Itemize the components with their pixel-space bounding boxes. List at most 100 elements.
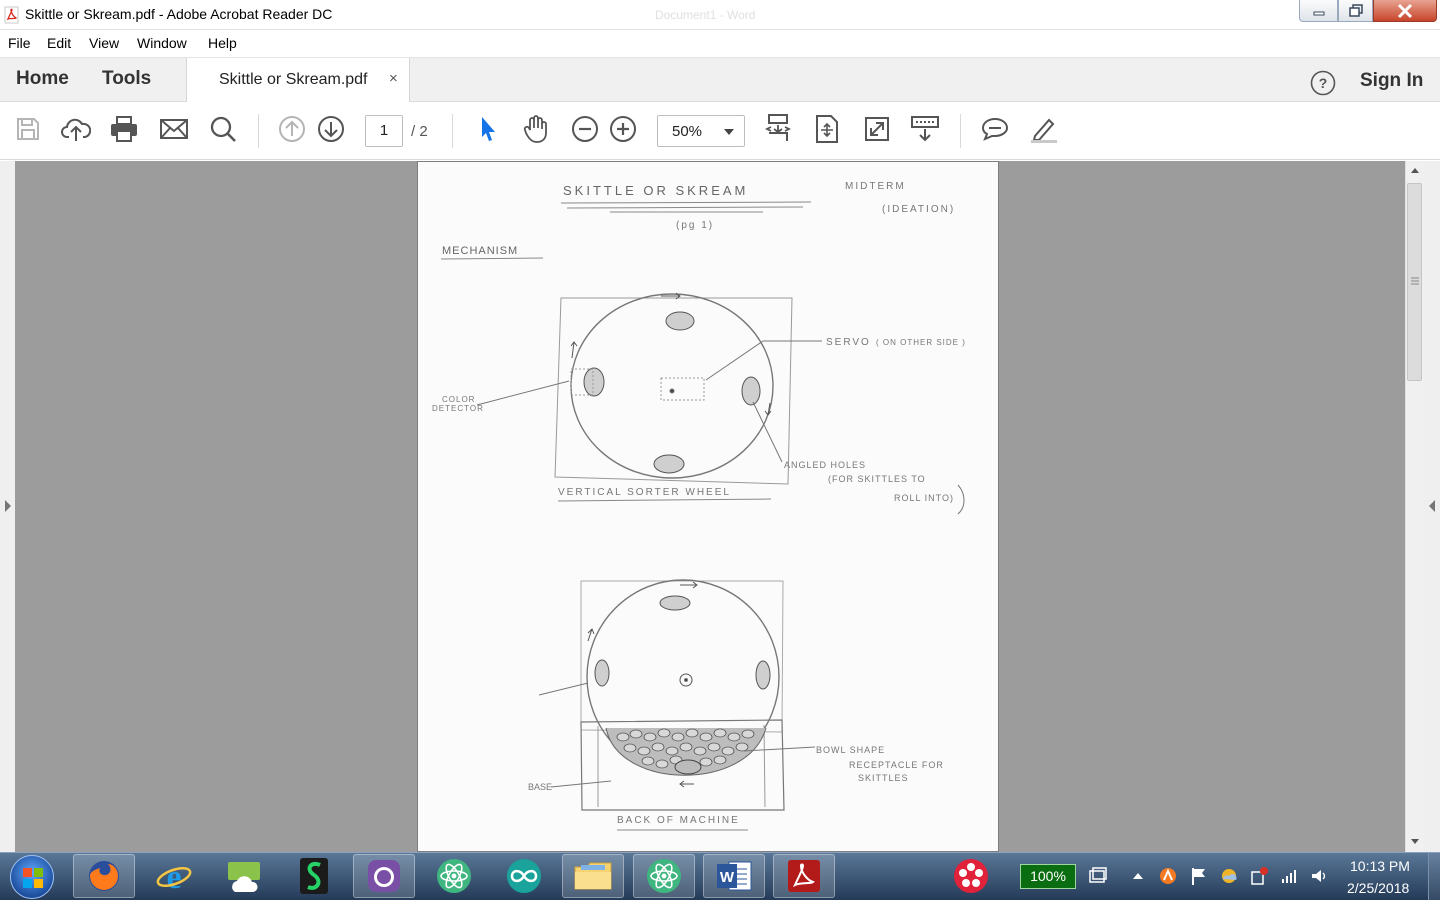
menu-bar: File Edit View Window Help <box>0 30 1440 58</box>
keyboard-cloud-icon <box>228 862 260 892</box>
clock-time[interactable]: 10:13 PM <box>1350 858 1410 874</box>
section-heading: MECHANISM <box>442 245 518 257</box>
scroll-up-arrow-icon[interactable] <box>1410 166 1420 174</box>
close-window-button[interactable] <box>1373 0 1437 22</box>
battery-indicator[interactable]: 100% <box>1020 864 1076 889</box>
minus-circle-icon <box>572 116 598 142</box>
grip-icon <box>1411 277 1419 285</box>
caption-wheel: VERTICAL SORTER WHEEL <box>558 487 731 498</box>
flag-icon[interactable] <box>1189 866 1209 886</box>
taskbar-keyboard-app[interactable] <box>213 854 275 898</box>
next-page-button[interactable] <box>316 114 346 144</box>
restore-button[interactable] <box>1338 0 1373 22</box>
toolbar-separator <box>258 114 259 148</box>
taskbar-yelp[interactable] <box>940 854 1002 898</box>
note-midterm: MIDTERM <box>845 181 906 192</box>
page-title: SKITTLE OR SKREAM <box>563 183 748 198</box>
pdf-page: SKITTLE OR SKREAM (pg 1) MIDTERM (IDEATI… <box>417 161 999 852</box>
hand-icon <box>523 115 547 143</box>
select-tool-button[interactable] <box>472 114 502 144</box>
rotate-view-button[interactable] <box>812 114 842 144</box>
expand-right-icon <box>1429 500 1435 512</box>
upload-button[interactable] <box>61 114 91 144</box>
scroll-down-arrow-icon[interactable] <box>1410 838 1420 846</box>
comment-button[interactable] <box>980 114 1010 144</box>
left-panel-toggle[interactable] <box>0 161 15 852</box>
page-fit-icon <box>816 115 838 143</box>
taskbar-atom[interactable] <box>423 854 485 898</box>
taskbar-atom-2[interactable] <box>633 854 695 898</box>
label-bowl-3: SKITTLES <box>858 773 909 783</box>
minimize-button[interactable] <box>1299 0 1338 22</box>
word-icon: W <box>717 861 752 891</box>
minimize-icon <box>1313 11 1324 15</box>
volume-icon[interactable] <box>1309 866 1329 886</box>
zoom-out-button[interactable] <box>570 114 600 144</box>
full-screen-button[interactable] <box>862 114 892 144</box>
signal-bars-icon[interactable] <box>1279 866 1299 886</box>
menu-view[interactable]: View <box>89 35 119 51</box>
zoom-in-button[interactable] <box>608 114 638 144</box>
restore-icon <box>1348 3 1363 17</box>
pencil-sketch: SKITTLE OR SKREAM (pg 1) MIDTERM (IDEATI… <box>432 181 965 831</box>
taskbar-firefox[interactable] <box>73 854 135 898</box>
network-alert-icon[interactable] <box>1249 866 1269 886</box>
window-title: Skittle or Skream.pdf - Adobe Acrobat Re… <box>25 6 333 22</box>
search-icon <box>210 116 236 142</box>
menu-edit[interactable]: Edit <box>47 35 71 51</box>
tab-document[interactable]: Skittle or Skream.pdf × <box>186 58 410 102</box>
email-button[interactable] <box>159 114 189 144</box>
arduino-icon <box>507 859 541 893</box>
chevron-down-icon <box>724 129 734 135</box>
close-tab-button[interactable]: × <box>389 70 398 87</box>
clock-date[interactable]: 2/25/2018 <box>1347 880 1409 896</box>
menu-window[interactable]: Window <box>137 35 187 51</box>
tab-home[interactable]: Home <box>16 68 69 90</box>
svg-text:W: W <box>720 869 735 886</box>
tab-tools[interactable]: Tools <box>102 68 151 90</box>
taskbar-github-desktop[interactable] <box>353 854 415 898</box>
cursor-arrow-icon <box>482 117 495 141</box>
hand-tool-button[interactable] <box>521 114 551 144</box>
scrollbar-thumb[interactable] <box>1407 183 1422 381</box>
comment-icon <box>981 117 1009 141</box>
save-button[interactable] <box>13 114 43 144</box>
print-button[interactable] <box>109 114 139 144</box>
scrolling-mode-button[interactable] <box>763 114 793 144</box>
taskbar-arduino[interactable] <box>493 854 555 898</box>
show-desktop-button[interactable] <box>1428 853 1440 900</box>
toolbar: 1 / 2 50% <box>0 102 1440 160</box>
avast-icon[interactable] <box>1158 866 1178 886</box>
acrobat-icon <box>788 860 820 892</box>
read-mode-button[interactable] <box>910 114 940 144</box>
taskbar-file-explorer[interactable] <box>562 854 624 898</box>
expand-icon <box>865 117 889 141</box>
yelp-icon <box>954 859 988 893</box>
zoom-select[interactable]: 50% <box>657 115 745 147</box>
menu-file[interactable]: File <box>8 35 31 51</box>
show-hidden-icons-icon[interactable] <box>1128 866 1148 886</box>
label-color: COLOR <box>442 395 475 404</box>
search-button[interactable] <box>208 114 238 144</box>
menu-help[interactable]: Help <box>208 35 237 51</box>
label-bowl-1: BOWL SHAPE <box>816 745 885 755</box>
taskbar-s-app[interactable] <box>283 854 345 898</box>
svg-text:e: e <box>166 859 181 894</box>
print-icon <box>111 116 137 142</box>
taskbar-internet-explorer[interactable]: e <box>143 854 205 898</box>
previous-page-button[interactable] <box>277 114 307 144</box>
sign-in-button[interactable]: Sign In <box>1360 70 1423 92</box>
right-panel-toggle[interactable] <box>1424 161 1440 852</box>
zoom-value: 50% <box>672 123 703 140</box>
window-switch-icon[interactable] <box>1088 866 1108 886</box>
tab-bar: Home Tools Skittle or Skream.pdf × <box>0 58 1440 102</box>
cloud-upload-icon <box>61 118 91 141</box>
help-icon[interactable]: ? <box>1310 70 1336 96</box>
taskbar-word[interactable]: W <box>703 854 765 898</box>
weather-icon[interactable] <box>1219 866 1239 886</box>
highlight-button[interactable] <box>1029 114 1059 144</box>
page-number-input[interactable]: 1 <box>365 115 403 147</box>
mail-icon <box>160 119 188 139</box>
start-button[interactable] <box>10 855 54 899</box>
taskbar-acrobat[interactable] <box>773 854 835 898</box>
